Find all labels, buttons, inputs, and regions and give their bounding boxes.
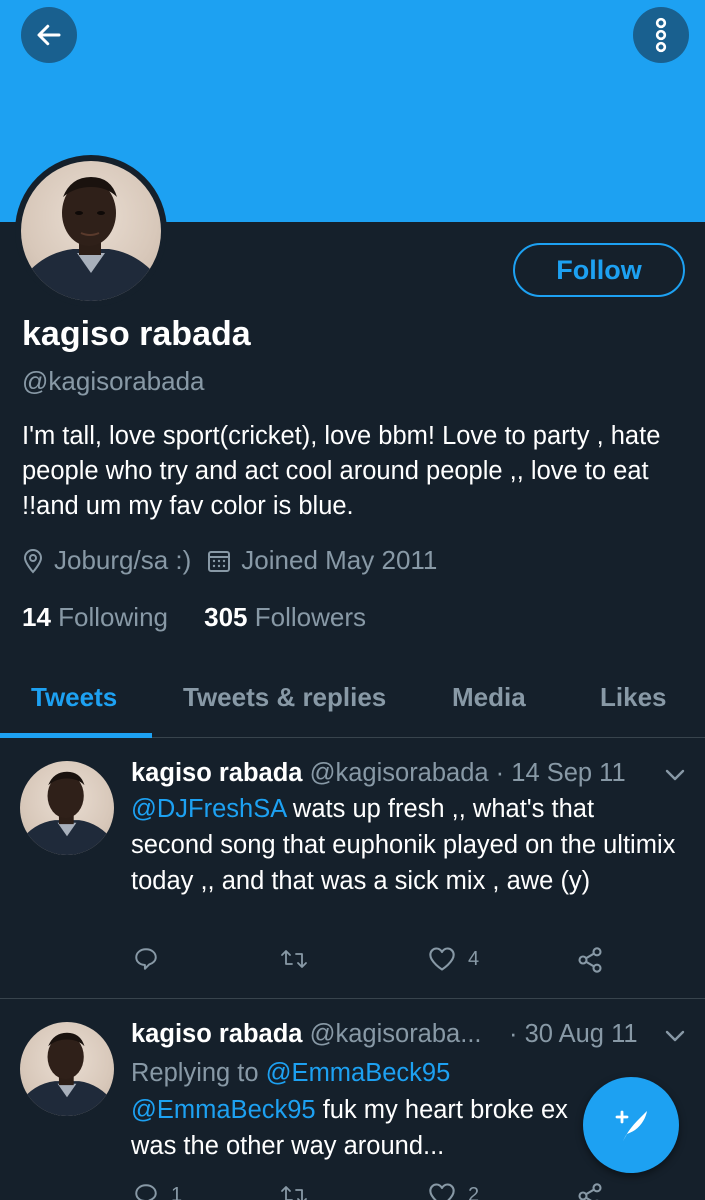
follow-button[interactable]: Follow	[513, 243, 685, 297]
compose-tweet-icon	[615, 1110, 647, 1141]
tweet-author-handle: @kagisoraba...	[309, 1020, 482, 1048]
retweet-icon	[281, 950, 307, 968]
reply-icon	[135, 1184, 157, 1200]
tweet-actions: 1 2	[0, 1182, 705, 1200]
retweet-button[interactable]	[280, 1182, 308, 1200]
location-icon	[22, 548, 44, 574]
more-options-button[interactable]	[633, 7, 689, 63]
replying-to-mention[interactable]: @EmmaBeck95	[266, 1059, 451, 1087]
tab-tweets[interactable]: Tweets	[31, 682, 117, 713]
reply-button[interactable]	[133, 946, 159, 972]
profile-tabs: Tweets Tweets & replies Media Likes	[0, 668, 705, 738]
followers-link[interactable]: 305 Followers	[204, 602, 366, 632]
tab-likes[interactable]: Likes	[600, 682, 667, 713]
profile-stats: 14 Following 305 Followers	[22, 602, 366, 633]
tweet-mention[interactable]: @EmmaBeck95	[131, 1096, 316, 1124]
arrow-left-icon	[37, 24, 61, 46]
tweet-author-handle: @kagisorabada	[309, 759, 489, 787]
tab-media[interactable]: Media	[452, 682, 526, 713]
tweet-text: @DJFreshSA wats up fresh ,, what's that …	[131, 795, 676, 895]
profile-bio: I'm tall, love sport(cricket), love bbm!…	[22, 422, 661, 520]
tweet-header: kagiso rabada @kagisorabada · 14 Sep 11	[131, 759, 626, 787]
tweet-item[interactable]: kagiso rabada @kagisorabada · 14 Sep 11 …	[0, 739, 705, 999]
share-icon	[578, 1183, 602, 1200]
tweet-date: 30 Aug 11	[524, 1020, 638, 1048]
profile-joined-date: Joined May 2011	[241, 545, 438, 575]
share-icon	[578, 947, 602, 973]
profile-handle: @kagisorabada	[22, 366, 205, 396]
heart-icon	[429, 1183, 455, 1200]
profile-avatar[interactable]	[15, 155, 167, 307]
share-button[interactable]	[576, 1182, 604, 1200]
retweet-button[interactable]	[280, 946, 308, 972]
person-portrait-image	[21, 177, 161, 301]
avatar-photo	[21, 161, 161, 301]
chevron-down-icon[interactable]	[664, 1028, 686, 1044]
tweet-avatar[interactable]	[20, 761, 114, 855]
profile-name: kagiso rabada	[22, 315, 251, 353]
like-button[interactable]: 2	[428, 1182, 479, 1200]
tweet-author-name[interactable]: kagiso rabada	[131, 759, 303, 787]
active-tab-indicator	[0, 733, 152, 738]
tweet-header: kagiso rabada @kagisoraba... · 30 Aug 11	[131, 1020, 638, 1048]
person-portrait-image	[20, 1032, 114, 1116]
calendar-icon	[207, 549, 231, 573]
replying-to-line: Replying to @EmmaBeck95	[131, 1059, 451, 1087]
compose-tweet-button[interactable]	[583, 1077, 679, 1173]
tweet-author-name[interactable]: kagiso rabada	[131, 1020, 303, 1048]
share-button[interactable]	[576, 946, 604, 974]
tab-tweets-and-replies[interactable]: Tweets & replies	[183, 682, 386, 713]
reply-icon	[135, 948, 157, 970]
reply-count: 1	[171, 1183, 183, 1200]
like-button[interactable]: 4	[428, 946, 479, 972]
back-button[interactable]	[21, 7, 77, 63]
following-link[interactable]: 14 Following	[22, 602, 168, 632]
retweet-icon	[281, 1186, 307, 1200]
tweet-mention[interactable]: @DJFreshSA	[131, 795, 286, 823]
heart-icon	[429, 947, 455, 971]
profile-location: Joburg/sa :)	[54, 545, 192, 575]
tweet-date: 14 Sep 11	[511, 759, 626, 787]
chevron-down-icon[interactable]	[664, 767, 686, 783]
more-vertical-icon	[655, 17, 667, 53]
profile-meta: Joburg/sa :) Joined May 2011	[22, 545, 437, 576]
like-count: 2	[468, 1183, 480, 1200]
person-portrait-image	[20, 771, 114, 855]
tweet-actions: 4	[0, 946, 705, 986]
like-count: 4	[468, 947, 480, 970]
tweet-avatar[interactable]	[20, 1022, 114, 1116]
reply-button[interactable]: 1	[133, 1182, 182, 1200]
